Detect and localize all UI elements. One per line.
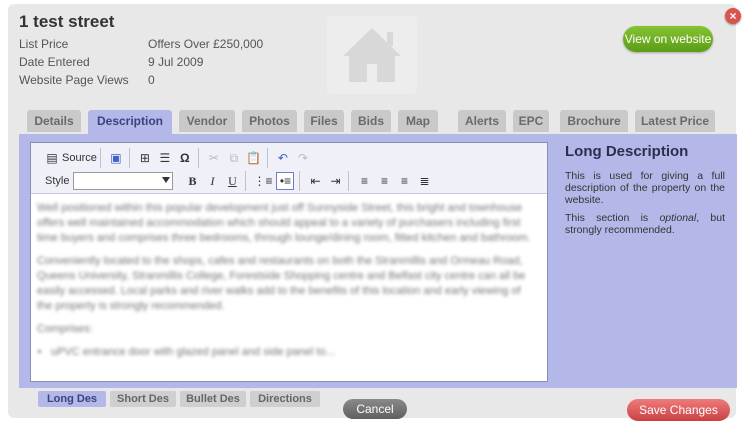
help-text-part: This section is [565,212,660,224]
editor-paragraph: Well positioned within this popular deve… [37,202,531,244]
list-price-label: List Price [19,37,69,51]
toolbar-group-lists: ⋮≡ •≡ [248,171,301,191]
view-on-website-button[interactable]: View on website [623,26,713,52]
source-button-label[interactable]: Source [62,152,97,164]
source-icon[interactable]: ▤ [44,150,60,166]
close-icon[interactable]: × [725,8,741,24]
bullet-list-icon[interactable]: •≡ [276,172,295,190]
image-icon[interactable]: ▣ [108,150,124,166]
bold-icon[interactable]: B [184,173,200,189]
undo-icon[interactable]: ↶ [275,150,291,166]
align-right-icon[interactable]: ≡ [396,173,412,189]
cancel-button[interactable]: Cancel [343,399,407,419]
subtab-directions[interactable]: Directions [250,391,320,407]
tab-bids[interactable]: Bids [351,110,391,132]
tab-details[interactable]: Details [27,110,81,132]
toolbar-group-media: ▣ [103,148,130,168]
editor-paragraph: Comprises: [37,323,93,335]
toolbar-group-insert: ⊞ ☰ Ω [132,148,199,168]
cut-icon[interactable]: ✂ [206,150,222,166]
horizontal-rule-icon[interactable]: ☰ [157,150,173,166]
tab-map[interactable]: Map [398,110,438,132]
toolbar-group-history: ↶ ↷ [270,148,316,168]
editor-body[interactable]: Well positioned within this popular deve… [37,201,537,377]
list-item: uPVC entrance door with glazed panel and… [51,345,537,360]
tab-vendor[interactable]: Vendor [179,110,235,132]
property-title: 1 test street [19,12,115,31]
property-thumbnail [327,16,417,94]
page-views-value: 0 [148,73,155,87]
toolbar-group-format: B I U [179,171,247,191]
style-label: Style [45,175,70,187]
indent-icon[interactable]: ⇥ [327,173,343,189]
rich-text-editor[interactable]: ▤ Source ▣ ⊞ ☰ Ω ✂ ⧉ 📋 ↶ ↷ Style B I U ⋮… [30,142,548,382]
toolbar-group-clipboard: ✂ ⧉ 📋 [201,148,268,168]
special-char-icon[interactable]: Ω [177,150,193,166]
editor-list: uPVC entrance door with glazed panel and… [37,345,537,360]
save-changes-button[interactable]: Save Changes [627,399,730,421]
help-text-optional: This section is optional, but strongly r… [565,212,725,236]
outdent-icon[interactable]: ⇤ [307,173,323,189]
chevron-down-icon [162,177,171,183]
house-icon [343,28,401,82]
list-price-value: Offers Over £250,000 [148,37,264,51]
page-views-row: Website Page Views 0 [19,73,155,87]
subtab-short-des[interactable]: Short Des [110,391,176,407]
editor-paragraph: Conveniently located to the shops, cafes… [37,255,526,312]
tab-description[interactable]: Description [88,110,172,134]
tab-epc[interactable]: EPC [513,110,549,132]
help-text: This is used for giving a full descripti… [565,170,725,206]
align-left-icon[interactable]: ≡ [356,173,372,189]
tab-brochure[interactable]: Brochure [560,110,628,132]
tab-latest-price[interactable]: Latest Price [635,110,715,132]
list-price-row: List Price Offers Over £250,000 [19,37,263,51]
tab-photos[interactable]: Photos [242,110,297,132]
copy-icon[interactable]: ⧉ [226,150,242,166]
help-heading: Long Description [565,143,689,160]
tab-alerts[interactable]: Alerts [458,110,506,132]
style-dropdown[interactable] [73,172,174,190]
subtab-long-des[interactable]: Long Des [38,391,106,407]
paste-icon[interactable]: 📋 [246,150,262,166]
toolbar-group-align: ≡ ≡ ≡ ≣ [351,171,437,191]
help-panel: Long Description This is used for giving… [565,143,725,242]
tab-files[interactable]: Files [304,110,344,132]
date-entered-value: 9 Jul 2009 [148,55,204,69]
page-views-label: Website Page Views [19,73,129,87]
date-entered-label: Date Entered [19,55,90,69]
underline-icon[interactable]: U [224,173,240,189]
redo-icon[interactable]: ↷ [295,150,311,166]
toolbar-group-source: ▤ Source [39,148,101,168]
editor-toolbar: ▤ Source ▣ ⊞ ☰ Ω ✂ ⧉ 📋 ↶ ↷ Style B I U ⋮… [31,143,547,194]
align-justify-icon[interactable]: ≣ [416,173,432,189]
italic-icon[interactable]: I [204,173,220,189]
toolbar-row-2: Style B I U ⋮≡ •≡ ⇤ ⇥ ≡ ≡ ≡ ≣ [39,170,439,192]
toolbar-row-1: ▤ Source ▣ ⊞ ☰ Ω ✂ ⧉ 📋 ↶ ↷ [39,147,318,169]
numbered-list-icon[interactable]: ⋮≡ [253,173,272,189]
date-entered-row: Date Entered 9 Jul 2009 [19,55,203,69]
toolbar-group-indent: ⇤ ⇥ [302,171,350,191]
table-icon[interactable]: ⊞ [137,150,153,166]
align-center-icon[interactable]: ≡ [376,173,392,189]
help-text-emphasis: optional [659,212,697,224]
subtab-bullet-des[interactable]: Bullet Des [180,391,246,407]
